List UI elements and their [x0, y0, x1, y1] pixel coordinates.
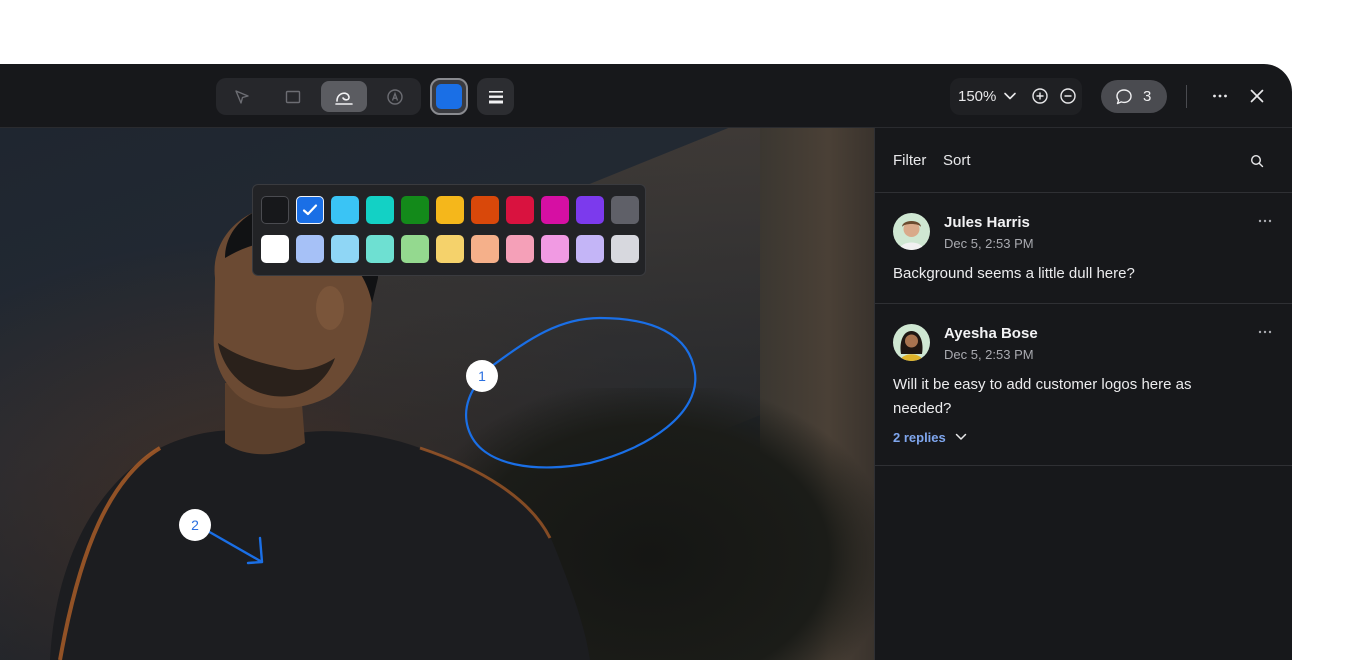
- rectangle-icon: [285, 90, 301, 103]
- color-swatch[interactable]: [576, 235, 604, 263]
- avatar: [893, 324, 930, 361]
- current-color-swatch: [436, 84, 462, 109]
- zoom-level-dropdown[interactable]: 150%: [958, 88, 996, 105]
- comment-card[interactable]: Ayesha Bose Dec 5, 2:53 PM Will it be ea…: [875, 304, 1292, 466]
- comment-body: Will it be easy to add customer logos he…: [893, 376, 1192, 417]
- cursor-icon: [235, 89, 249, 104]
- color-swatch[interactable]: [611, 235, 639, 263]
- color-palette-popover: [252, 184, 646, 276]
- color-swatch[interactable]: [541, 235, 569, 263]
- text-circle-icon: [387, 88, 403, 105]
- color-swatch[interactable]: [611, 196, 639, 224]
- color-swatch[interactable]: [576, 196, 604, 224]
- comment-timestamp: Dec 5, 2:53 PM: [944, 347, 1034, 362]
- color-swatch[interactable]: [471, 196, 499, 224]
- checkmark-icon: [302, 204, 318, 216]
- chevron-down-icon[interactable]: [955, 432, 967, 442]
- close-icon[interactable]: [1248, 87, 1266, 105]
- more-options-icon[interactable]: [1211, 87, 1229, 105]
- color-swatch[interactable]: [261, 196, 289, 224]
- top-toolbar: 150% 3: [0, 64, 1292, 128]
- color-swatch[interactable]: [436, 196, 464, 224]
- stroke-width-button[interactable]: [477, 78, 514, 115]
- color-picker-button[interactable]: [430, 78, 468, 115]
- select-tool-button[interactable]: [219, 81, 265, 112]
- comment-author: Ayesha Bose: [944, 325, 1038, 342]
- tool-group: [216, 78, 421, 115]
- annotation-pin-1[interactable]: 1: [466, 360, 498, 392]
- color-swatch[interactable]: [436, 235, 464, 263]
- comment-count: 3: [1143, 88, 1152, 105]
- stroke-width-icon: [488, 90, 503, 103]
- zoom-out-icon[interactable]: [1059, 87, 1077, 105]
- color-swatch[interactable]: [261, 235, 289, 263]
- text-tool-button[interactable]: [372, 81, 418, 112]
- comment-author: Jules Harris: [944, 214, 1030, 231]
- color-swatch[interactable]: [331, 235, 359, 263]
- rectangle-tool-button[interactable]: [270, 81, 316, 112]
- color-swatch[interactable]: [296, 196, 324, 224]
- color-swatch[interactable]: [296, 235, 324, 263]
- comment-bubble-icon: [1116, 89, 1132, 105]
- replies-toggle[interactable]: 2 replies: [893, 430, 946, 445]
- color-swatch[interactable]: [401, 235, 429, 263]
- comment-body: Background seems a little dull here?: [893, 265, 1135, 282]
- color-swatch[interactable]: [366, 235, 394, 263]
- chevron-down-icon[interactable]: [1003, 91, 1017, 101]
- comment-more-icon[interactable]: [1257, 324, 1273, 340]
- freehand-draw-icon: [335, 91, 353, 105]
- draw-tool-button[interactable]: [321, 81, 367, 112]
- search-icon[interactable]: [1250, 154, 1264, 168]
- comments-panel-header: Filter Sort: [875, 128, 1292, 193]
- color-swatch[interactable]: [366, 196, 394, 224]
- color-swatch[interactable]: [506, 235, 534, 263]
- image-review-window: 150% 3 1 2 Filter Sort Jules Harris Dec …: [0, 64, 1292, 660]
- comment-more-icon[interactable]: [1257, 213, 1273, 229]
- color-swatch[interactable]: [471, 235, 499, 263]
- comments-toggle-button[interactable]: 3: [1101, 80, 1167, 113]
- comments-panel: Filter Sort Jules Harris Dec 5, 2:53 PM …: [874, 128, 1292, 660]
- color-swatch[interactable]: [401, 196, 429, 224]
- comment-timestamp: Dec 5, 2:53 PM: [944, 236, 1034, 251]
- color-swatch[interactable]: [541, 196, 569, 224]
- filter-button[interactable]: Filter: [893, 152, 926, 169]
- zoom-in-icon[interactable]: [1031, 87, 1049, 105]
- sort-button[interactable]: Sort: [943, 152, 971, 169]
- avatar: [893, 213, 930, 250]
- color-swatch[interactable]: [506, 196, 534, 224]
- comment-card[interactable]: Jules Harris Dec 5, 2:53 PM Background s…: [875, 193, 1292, 304]
- toolbar-divider: [1186, 85, 1187, 108]
- color-swatch[interactable]: [331, 196, 359, 224]
- annotation-pin-2[interactable]: 2: [179, 509, 211, 541]
